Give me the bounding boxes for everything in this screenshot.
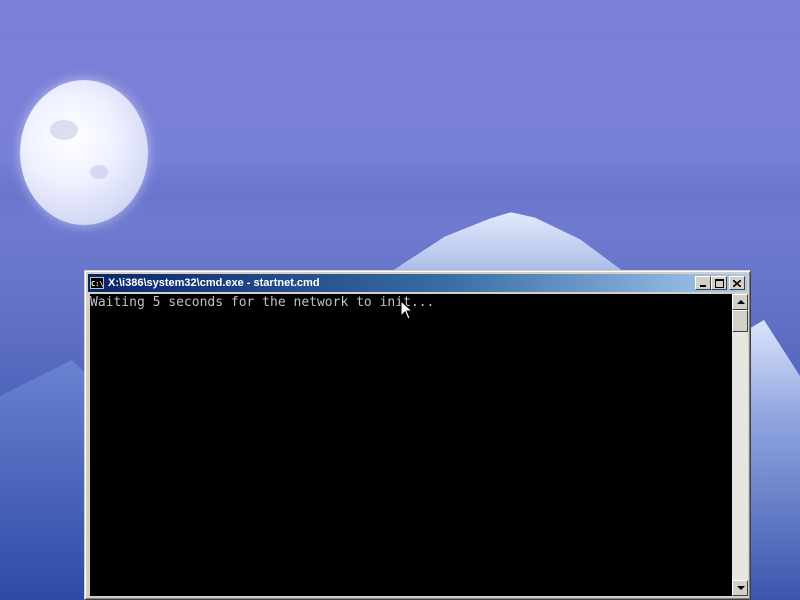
- maximize-icon: [712, 277, 726, 289]
- mouse-pointer-icon: [400, 300, 414, 320]
- vertical-scrollbar[interactable]: [732, 294, 748, 596]
- scroll-thumb[interactable]: [732, 310, 748, 332]
- minimize-button[interactable]: [695, 276, 711, 290]
- window-titlebar[interactable]: C:\ X:\i386\system32\cmd.exe - startnet.…: [88, 274, 747, 292]
- cmd-icon[interactable]: C:\: [90, 277, 104, 289]
- close-button[interactable]: [729, 276, 745, 290]
- scroll-up-button[interactable]: [732, 294, 748, 310]
- window-controls: [695, 276, 745, 290]
- arrow-up-icon: [737, 300, 745, 304]
- maximize-button[interactable]: [711, 276, 727, 290]
- close-icon: [730, 277, 744, 289]
- moon-image: [20, 80, 148, 225]
- cmd-window[interactable]: C:\ X:\i386\system32\cmd.exe - startnet.…: [84, 270, 751, 600]
- console-output[interactable]: Waiting 5 seconds for the network to ini…: [90, 294, 732, 596]
- minimize-icon: [696, 277, 710, 289]
- arrow-down-icon: [737, 586, 745, 590]
- scroll-down-button[interactable]: [732, 580, 748, 596]
- window-title: X:\i386\system32\cmd.exe - startnet.cmd: [108, 277, 320, 289]
